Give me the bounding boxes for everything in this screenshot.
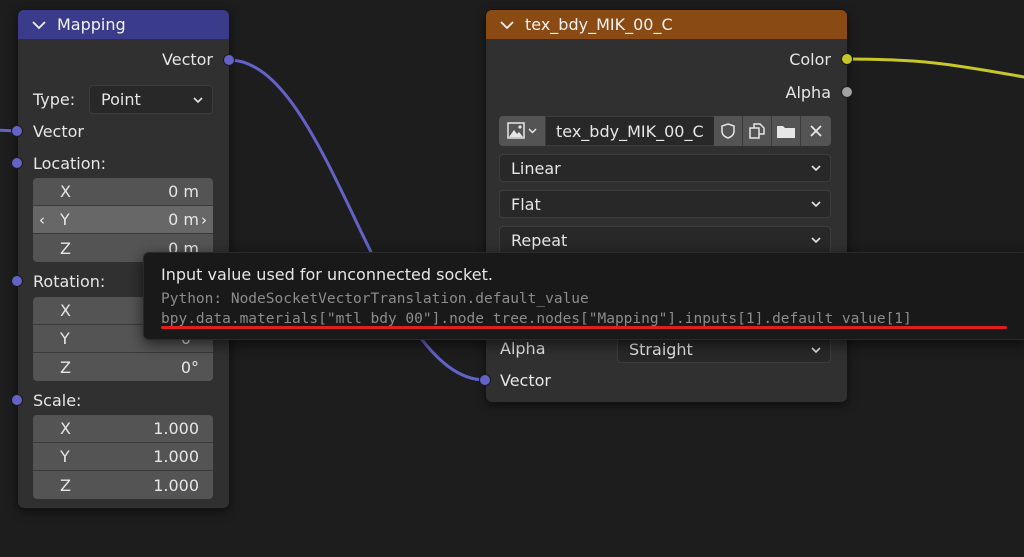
image-selector-bar: tex_bdy_MIK_00_C	[499, 116, 831, 146]
axis-label: Z	[60, 238, 71, 258]
axis-label: Y	[60, 447, 70, 466]
scale-socket[interactable]	[11, 394, 23, 406]
tooltip-data-path: bpy.data.materials["mtl_bdy_00"].node_tr…	[161, 311, 912, 327]
mapping-type-dropdown[interactable]: Point	[89, 85, 213, 114]
interpolation-value: Linear	[511, 158, 561, 178]
location-x-field[interactable]: X 0 m	[33, 178, 213, 206]
mapping-node-header[interactable]: Mapping	[18, 10, 229, 39]
axis-label: Z	[60, 357, 71, 377]
location-label: Location:	[33, 154, 107, 173]
image-icon	[507, 122, 537, 139]
texture-input-vector-label: Vector	[500, 371, 551, 390]
collapse-chevron-icon[interactable]	[31, 17, 47, 33]
axis-label: X	[60, 419, 71, 438]
mapping-output-vector-label: Vector	[162, 50, 213, 69]
alpha-output-label: Alpha	[785, 83, 832, 102]
open-image-button[interactable]	[772, 116, 801, 146]
extension-dropdown[interactable]: Repeat	[499, 226, 831, 254]
image-browse-button[interactable]	[499, 116, 546, 146]
image-name-field[interactable]: tex_bdy_MIK_00_C	[546, 116, 714, 146]
mapping-input-vector-label: Vector	[33, 122, 84, 141]
axis-value: 0°	[180, 357, 199, 377]
location-y-field[interactable]: ‹ Y 0 m ›	[33, 206, 213, 234]
location-vector-fields: X 0 m ‹ Y 0 m › Z 0 m	[33, 178, 213, 262]
chevron-down-icon	[811, 165, 821, 172]
axis-label: X	[60, 301, 71, 320]
scale-z-field[interactable]: Z 1.000	[33, 471, 213, 499]
image-name: tex_bdy_MIK_00_C	[556, 121, 704, 141]
alpha-mode-dropdown[interactable]: Straight	[617, 336, 831, 363]
scale-x-field[interactable]: X 1.000	[33, 415, 213, 443]
location-socket[interactable]	[11, 157, 23, 169]
close-icon	[810, 125, 822, 137]
rotation-label: Rotation:	[33, 272, 106, 291]
mapping-type-value: Point	[101, 90, 141, 109]
alpha-output-socket[interactable]	[841, 86, 853, 98]
rotation-socket[interactable]	[11, 275, 23, 287]
duplicate-icon	[749, 123, 765, 139]
extension-value: Repeat	[511, 230, 568, 250]
interpolation-dropdown[interactable]: Linear	[499, 154, 831, 182]
texture-node-header[interactable]: tex_bdy_MIK_00_C	[486, 10, 847, 39]
scale-y-field[interactable]: Y 1.000	[33, 443, 213, 471]
alpha-mode-value: Straight	[629, 340, 693, 359]
tooltip-description: Input value used for unconnected socket.	[161, 265, 493, 284]
texture-node-title: tex_bdy_MIK_00_C	[525, 15, 673, 34]
scale-label: Scale:	[33, 391, 82, 410]
axis-value: 1.000	[153, 475, 199, 495]
color-output-label: Color	[789, 50, 831, 69]
axis-label: X	[60, 182, 71, 201]
axis-label: Y	[60, 210, 70, 229]
tooltip-python-line: Python: NodeSocketVectorTranslation.defa…	[161, 291, 589, 307]
folder-icon	[777, 126, 795, 138]
rotation-z-field[interactable]: Z 0°	[33, 353, 213, 381]
chevron-down-icon	[811, 201, 821, 208]
fake-user-button[interactable]	[714, 116, 743, 146]
duplicate-image-button[interactable]	[743, 116, 772, 146]
mapping-node-title: Mapping	[57, 15, 126, 34]
texture-input-vector-socket[interactable]	[479, 374, 491, 386]
color-output-socket[interactable]	[841, 53, 853, 65]
decrement-arrow-icon[interactable]: ‹	[33, 206, 51, 233]
shield-icon	[721, 123, 735, 139]
chevron-down-icon	[811, 237, 821, 244]
increment-arrow-icon[interactable]: ›	[195, 206, 213, 233]
axis-label: Z	[60, 475, 71, 495]
axis-value: 0 m	[168, 182, 199, 201]
axis-value: 1.000	[153, 447, 199, 466]
unlink-image-button[interactable]	[801, 116, 831, 146]
annotation-underline	[161, 326, 1007, 329]
projection-dropdown[interactable]: Flat	[499, 190, 831, 218]
axis-value: 1.000	[153, 419, 199, 438]
scale-vector-fields: X 1.000 Y 1.000 Z 1.000	[33, 415, 213, 499]
mapping-input-vector-socket[interactable]	[11, 125, 23, 137]
chevron-down-icon	[811, 346, 821, 353]
mapping-output-vector-socket[interactable]	[223, 54, 235, 66]
collapse-chevron-icon[interactable]	[499, 17, 515, 33]
socket-tooltip: Input value used for unconnected socket.…	[143, 252, 1024, 340]
alpha-mode-label: Alpha	[500, 339, 546, 358]
mapping-type-label: Type:	[33, 90, 76, 109]
axis-label: Y	[60, 329, 70, 348]
projection-value: Flat	[511, 194, 541, 214]
chevron-down-icon	[193, 96, 203, 103]
wire-color-output	[846, 57, 1024, 79]
